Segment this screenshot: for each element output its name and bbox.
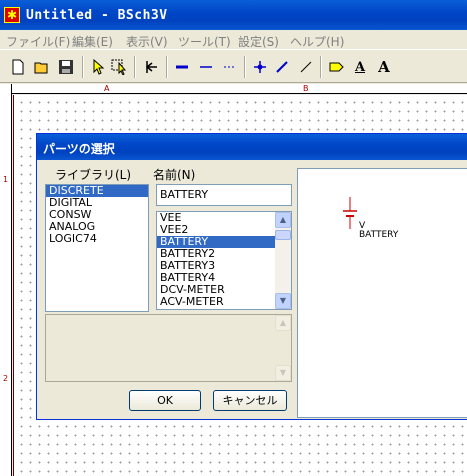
window-title: Untitled - BSch3V <box>26 8 168 23</box>
text-icon[interactable]: A <box>374 57 394 77</box>
tag-icon[interactable] <box>326 57 346 77</box>
window-titlebar: ✱ Untitled - BSch3V <box>0 0 467 30</box>
select-area-icon[interactable] <box>110 57 130 77</box>
menu-view[interactable]: 表示(V) <box>126 33 168 50</box>
scroll-up-icon: ▲ <box>275 315 291 331</box>
parts-listbox[interactable]: VEE VEE2 BATTERY BATTERY2 BATTERY3 BATTE… <box>156 211 292 310</box>
info-scrollbar: ▲ ▼ <box>275 315 291 381</box>
entry-icon[interactable] <box>272 57 292 77</box>
bus-icon[interactable] <box>172 57 192 77</box>
dialog-title: パーツの選択 <box>37 134 467 160</box>
toolbar-separator <box>320 56 322 78</box>
ruler-col-a: A <box>104 84 110 93</box>
toolbar: A A <box>0 51 467 83</box>
save-icon[interactable] <box>56 57 76 77</box>
line-icon[interactable] <box>296 57 316 77</box>
scroll-up-icon[interactable]: ▲ <box>275 212 291 228</box>
open-folder-icon[interactable] <box>32 57 52 77</box>
ok-button[interactable]: OK <box>129 390 201 411</box>
wire-icon[interactable] <box>196 57 216 77</box>
part-item-acv-meter[interactable]: ACV-METER <box>157 296 275 308</box>
part-preview: V BATTERY <box>297 168 467 418</box>
menu-tools[interactable]: ツール(T) <box>178 33 231 50</box>
menu-settings[interactable]: 設定(S) <box>238 33 279 50</box>
component-icon[interactable] <box>142 57 162 77</box>
preview-part-name: BATTERY <box>359 230 399 240</box>
dash-line-icon[interactable] <box>220 57 240 77</box>
menu-edit[interactable]: 編集(E) <box>72 33 113 50</box>
info-area: ▲ ▼ <box>45 314 292 382</box>
label-icon[interactable]: A <box>350 57 370 77</box>
menu-file[interactable]: ファイル(F) <box>6 33 70 50</box>
menu-help[interactable]: ヘルプ(H) <box>290 33 344 50</box>
bsch-app-icon[interactable]: ✱ <box>4 7 20 23</box>
scroll-down-icon[interactable]: ▼ <box>275 293 291 309</box>
toolbar-separator <box>134 56 136 78</box>
junction-icon[interactable] <box>250 57 270 77</box>
new-file-icon[interactable] <box>8 57 28 77</box>
library-label: ライブラリ(L) <box>55 168 132 182</box>
toolbar-separator <box>82 56 84 78</box>
parts-scrollbar[interactable]: ▲ ▼ <box>275 212 291 309</box>
scroll-down-icon: ▼ <box>275 365 291 381</box>
scroll-thumb[interactable] <box>275 230 291 240</box>
text-icon-glyph: A <box>378 58 390 76</box>
toolbar-separator <box>244 56 246 78</box>
ruler-col-b: B <box>303 84 309 93</box>
name-label: 名前(N) <box>153 168 196 182</box>
library-item-logic74[interactable]: LOGIC74 <box>46 233 148 245</box>
parts-select-dialog: パーツの選択 ライブラリ(L) 名前(N) DISCRETE DIGITAL C… <box>36 133 467 420</box>
ruler-left: 1 2 <box>0 84 12 476</box>
label-icon-glyph: A <box>354 59 366 75</box>
toolbar-separator <box>166 56 168 78</box>
ruler-row-2: 2 <box>3 374 9 383</box>
part-name-input[interactable]: BATTERY <box>156 184 292 206</box>
cancel-button[interactable]: キャンセル <box>213 390 287 411</box>
ruler-top: A B <box>12 84 467 94</box>
menu-bar: ファイル(F) 編集(E) 表示(V) ツール(T) 設定(S) ヘルプ(H) <box>0 30 467 50</box>
pointer-icon[interactable] <box>88 57 108 77</box>
library-listbox[interactable]: DISCRETE DIGITAL CONSW ANALOG LOGIC74 <box>45 184 149 312</box>
ruler-row-1: 1 <box>3 175 9 184</box>
